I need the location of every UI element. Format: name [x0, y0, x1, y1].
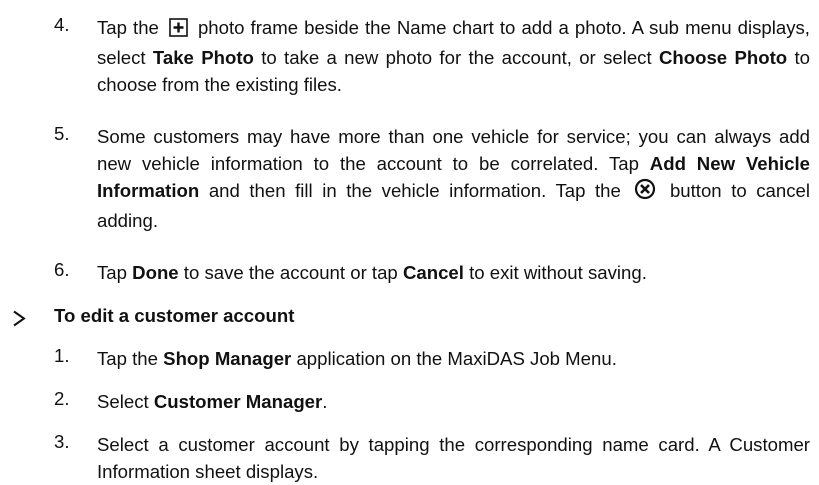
step-6: 6. Tap Done to save the account or tap C…: [54, 259, 810, 286]
step-text-segment: and then fill in the vehicle information…: [199, 180, 631, 201]
step-number: 1.: [54, 345, 70, 366]
step-text-segment: Tap the: [97, 348, 164, 369]
step-text: Select a customer account by tapping the…: [97, 431, 810, 485]
edit-step-3: 3. Select a customer account by tapping …: [54, 431, 810, 485]
step-text-segment: Select: [97, 391, 154, 412]
step-number: 6.: [54, 259, 70, 280]
step-text-segment: Select a customer account by tapping the…: [97, 434, 810, 482]
step-number: 2.: [54, 388, 70, 409]
step-text-segment: .: [322, 391, 328, 412]
step-text-bold: Choose Photo: [658, 47, 788, 68]
step-5: 5. Some customers may have more than one…: [54, 123, 810, 234]
step-text-segment: application on the MaxiDAS Job Menu.: [291, 348, 617, 369]
step-4: 4. Tap the photo frame beside the Name c…: [54, 14, 810, 98]
arrow-bullet-icon: [12, 307, 26, 334]
section-heading-text: To edit a customer account: [54, 305, 295, 326]
step-text: Tap the Shop Manager application on the …: [97, 345, 810, 372]
circle-x-icon: [634, 178, 656, 207]
step-text-bold: Take Photo: [152, 47, 254, 68]
step-text-bold: Done: [132, 262, 179, 283]
step-text: Tap the photo frame beside the Name char…: [97, 14, 810, 98]
step-text: Tap Done to save the account or tap Canc…: [97, 259, 810, 286]
edit-step-2: 2. Select Customer Manager.: [54, 388, 810, 415]
step-number: 5.: [54, 123, 70, 144]
step-text-segment: to take a new photo for the account, or …: [253, 47, 659, 68]
step-text: Select Customer Manager.: [97, 388, 810, 415]
step-text-bold: Shop Manager: [163, 348, 292, 369]
edit-step-1: 1. Tap the Shop Manager application on t…: [54, 345, 810, 372]
step-text: Some customers may have more than one ve…: [97, 123, 810, 234]
step-text-segment: Tap: [97, 262, 133, 283]
step-text-bold: Customer Manager: [153, 391, 323, 412]
plus-box-icon: [169, 17, 188, 44]
step-number: 4.: [54, 14, 70, 35]
manual-page: 4. Tap the photo frame beside the Name c…: [0, 0, 819, 482]
step-number: 3.: [54, 431, 70, 452]
step-text-segment: to exit without saving.: [463, 262, 647, 283]
step-text-bold: Cancel: [402, 262, 464, 283]
step-text-segment: Tap the: [97, 17, 165, 38]
step-text-segment: to save the account or tap: [178, 262, 403, 283]
